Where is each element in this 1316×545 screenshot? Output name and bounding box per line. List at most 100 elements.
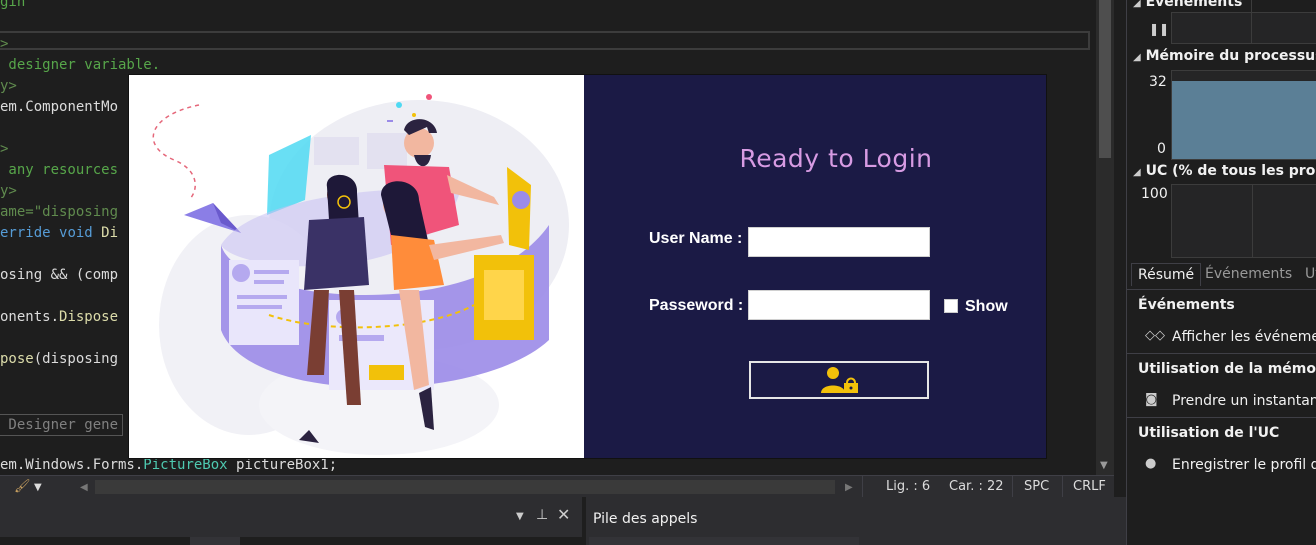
collapsed-region[interactable]: Designer gene [0, 414, 124, 436]
code-token: y> [0, 183, 17, 199]
code-line-picturebox: em.Windows.Forms.PictureBox pictureBox1; [0, 455, 337, 475]
code-token: pictureBox1; [227, 457, 338, 473]
user-lock-icon [821, 367, 858, 393]
login-button[interactable] [749, 361, 929, 399]
events-section: Événements [1127, 289, 1316, 322]
username-label: User Name : [649, 230, 743, 247]
login-title: Ready to Login [739, 144, 933, 173]
scrollbar-thumb[interactable] [1099, 0, 1111, 158]
code-line: y> [0, 181, 17, 202]
code-token: > [0, 141, 9, 157]
code-token: em. [0, 99, 26, 115]
code-token: onents. [0, 309, 60, 325]
events-graph-header: ◢ Événements [1133, 0, 1243, 10]
code-token: designer variable. [0, 57, 161, 73]
collapse-triangle-icon[interactable]: ◢ [1133, 52, 1141, 63]
code-line: ame="disposing [0, 202, 118, 223]
take-snapshot-link[interactable]: Prendre un instantané [1172, 393, 1316, 409]
section-title: Utilisation de la mémoire [1138, 361, 1316, 377]
code-token: void [59, 225, 102, 241]
editor-vertical-scrollbar[interactable]: ▼ [1096, 0, 1114, 475]
username-input[interactable] [748, 227, 930, 257]
collapse-triangle-icon[interactable]: ◢ [1133, 0, 1141, 9]
memory-usage-area [1172, 81, 1316, 159]
code-token: (disposing [33, 351, 119, 367]
brush-icon[interactable]: 🖌 [14, 479, 31, 494]
team-illustration [152, 94, 569, 455]
code-token: > [0, 36, 9, 52]
show-events-link[interactable]: Afficher les événemen [1172, 329, 1316, 345]
events-timeline[interactable] [1171, 12, 1316, 44]
memory-axis-max: 32 [1149, 74, 1167, 90]
code-line: any resources [0, 160, 118, 181]
password-label: Passeword : [649, 297, 744, 314]
tab-usage[interactable]: Uti [1299, 263, 1316, 285]
code-line: erride void Di [0, 223, 118, 244]
login-illustration [129, 75, 584, 458]
cpu-usage-section: Utilisation de l'UC [1127, 417, 1316, 450]
tab-resume[interactable]: Résumé [1131, 263, 1202, 286]
editor-status-bar: 🖌 ▼ ◀ ▶ Lig. : 6 Car. : 22 SPC CRLF [0, 475, 1114, 498]
collapse-triangle-icon[interactable]: ◢ [1133, 167, 1141, 178]
pause-icon[interactable]: ❚❚ [1149, 22, 1169, 36]
camera-icon: ◙ [1145, 392, 1158, 407]
code-token: ame="disposing [0, 204, 119, 220]
code-token: erride [0, 225, 60, 241]
code-token: y> [0, 78, 17, 94]
record-profile-item[interactable]: ● Enregistrer le profil du [1127, 449, 1316, 481]
memory-graph-header: ◢ Mémoire du processus (M [1133, 48, 1316, 64]
show-password-checkbox[interactable] [944, 299, 958, 313]
take-snapshot-item[interactable]: ◙ Prendre un instantané [1127, 385, 1316, 417]
code-line: onents.Dispose [0, 307, 118, 328]
section-title: Utilisation de l'UC [1138, 425, 1280, 441]
code-token: ComponentMo [25, 99, 119, 115]
memory-graph[interactable] [1171, 70, 1316, 160]
close-icon[interactable]: ✕ [557, 505, 570, 524]
code-line: osing && (comp [0, 265, 118, 286]
column-number: Car. : 22 [949, 479, 1004, 494]
section-title: Événements [1138, 297, 1235, 313]
tab-events[interactable]: Événements [1199, 263, 1298, 285]
memory-axis-min: 0 [1157, 141, 1166, 157]
diagnostic-tools-panel: ◢ Événements ❚❚ ◢ Mémoire du processus (… [1126, 0, 1316, 497]
code-token: em.Windows.Forms. [0, 457, 144, 473]
code-line: > [0, 34, 8, 55]
code-token: PictureBox [143, 457, 228, 473]
scroll-down-arrow-icon[interactable]: ▼ [1100, 460, 1108, 471]
code-line: designer variable. [0, 55, 160, 76]
current-line-highlight [0, 31, 1090, 50]
dropdown-arrow-icon[interactable]: ▼ [34, 482, 42, 493]
code-line: em.ComponentMo [0, 97, 118, 118]
code-line: pose(disposing [0, 349, 118, 370]
password-input[interactable] [748, 290, 930, 320]
whitespace-mode[interactable]: SPC [1024, 479, 1049, 494]
bottom-tool-area: ▼ ⊥ ✕ Pile des appels [0, 497, 1316, 545]
scroll-right-arrow-icon[interactable]: ▶ [845, 482, 853, 493]
login-form-window: Ready to Login User Name : Passeword : S… [129, 75, 1046, 458]
scroll-left-arrow-icon[interactable]: ◀ [80, 482, 88, 493]
horizontal-scrollbar[interactable] [95, 480, 835, 494]
code-token: gin [0, 0, 26, 10]
events-icon: ◇◇ [1145, 328, 1165, 343]
record-profile-link[interactable]: Enregistrer le profil du [1172, 457, 1316, 473]
code-line: gin [0, 0, 25, 13]
line-ending-mode[interactable]: CRLF [1073, 479, 1106, 494]
code-token: pose [0, 351, 34, 367]
code-token: any resources [0, 162, 119, 178]
show-password-label[interactable]: Show [965, 298, 1008, 316]
record-icon: ● [1145, 456, 1157, 471]
pin-icon[interactable]: ⊥ [536, 507, 548, 523]
line-number: Lig. : 6 [886, 479, 931, 494]
cpu-axis-max: 100 [1141, 186, 1168, 202]
call-stack-title[interactable]: Pile des appels [593, 511, 697, 527]
cpu-graph[interactable] [1171, 184, 1316, 258]
code-token: Di [101, 225, 119, 241]
code-token: Dispose [59, 309, 119, 325]
code-line: > [0, 139, 8, 160]
show-events-item[interactable]: ◇◇ Afficher les événemen [1127, 321, 1316, 353]
panel-dropdown-icon[interactable]: ▼ [516, 511, 524, 522]
cpu-graph-header: ◢ UC (% de tous les process [1133, 163, 1316, 179]
memory-usage-section: Utilisation de la mémoire [1127, 353, 1316, 386]
code-line: y> [0, 76, 17, 97]
code-token: osing && (comp [0, 267, 119, 283]
